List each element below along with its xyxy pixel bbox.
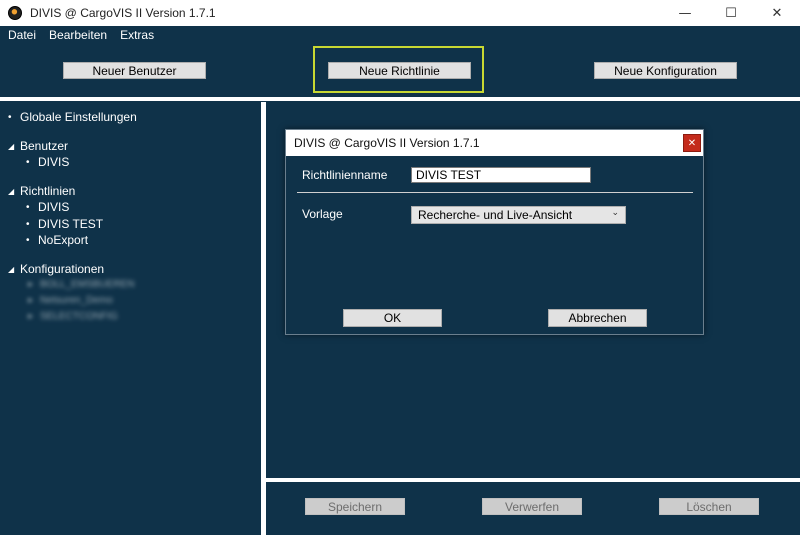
- tree-group-label: Benutzer: [20, 139, 69, 153]
- triangle-right-icon: ▸: [28, 295, 34, 306]
- tree-item-policy-noexport[interactable]: • NoExport: [26, 233, 88, 247]
- template-select[interactable]: Recherche- und Live-Ansicht ⌄: [411, 206, 626, 224]
- dialog-close-button[interactable]: ✕: [683, 134, 701, 152]
- toolbar-divider: [0, 97, 800, 101]
- tree-item-label: Globale Einstellungen: [20, 110, 137, 124]
- tree-item-config-2[interactable]: ▸ Netsuren_Demo: [28, 295, 113, 306]
- tree-item-label: DIVIS: [38, 200, 70, 214]
- tree-item-policy-divis[interactable]: • DIVIS: [26, 200, 69, 214]
- tree-item-config-3[interactable]: ▸ SELECTCONFIG: [28, 311, 118, 322]
- tree-item-label: BOLL_EMSBUEREN: [40, 279, 135, 290]
- minimize-button[interactable]: —: [662, 0, 708, 26]
- app-logo-icon: [8, 6, 22, 20]
- policy-name-label: Richtlinienname: [302, 168, 388, 182]
- window-controls: — ☐ ✕: [662, 0, 800, 26]
- template-label: Vorlage: [302, 207, 343, 221]
- expanded-triangle-icon: ◢: [8, 264, 15, 274]
- window-titlebar: DIVIS @ CargoVIS II Version 1.7.1 — ☐ ✕: [0, 0, 800, 26]
- tree-group-label: Konfigurationen: [20, 262, 105, 276]
- chevron-down-icon: ⌄: [611, 208, 619, 218]
- bullet-icon: •: [26, 218, 30, 230]
- menu-item-bearbeiten[interactable]: Bearbeiten: [49, 28, 107, 42]
- bullet-icon: •: [8, 111, 12, 123]
- tree-item-policy-divis-test[interactable]: • DIVIS TEST: [26, 217, 103, 231]
- cancel-button[interactable]: Abbrechen: [548, 309, 647, 327]
- tree-group-configs[interactable]: ◢ Konfigurationen: [8, 262, 104, 276]
- template-selected-value: Recherche- und Live-Ansicht: [418, 208, 573, 222]
- tree-group-label: Richtlinien: [20, 184, 76, 198]
- close-button[interactable]: ✕: [754, 0, 800, 26]
- menu-item-datei[interactable]: Datei: [8, 28, 36, 42]
- discard-button[interactable]: Verwerfen: [482, 498, 582, 515]
- expanded-triangle-icon: ◢: [8, 141, 15, 151]
- save-button[interactable]: Speichern: [305, 498, 405, 515]
- menu-item-extras[interactable]: Extras: [120, 28, 154, 42]
- tree-panel: • Globale Einstellungen ◢ Benutzer • DIV…: [2, 102, 261, 533]
- bottom-divider: [266, 478, 800, 482]
- new-config-button[interactable]: Neue Konfiguration: [594, 62, 737, 79]
- triangle-right-icon: ▸: [28, 279, 34, 290]
- delete-button[interactable]: Löschen: [659, 498, 759, 515]
- new-policy-dialog: DIVIS @ CargoVIS II Version 1.7.1 ✕ Rich…: [285, 129, 704, 335]
- dialog-separator: [297, 192, 693, 193]
- new-user-button[interactable]: Neuer Benutzer: [63, 62, 206, 79]
- window-title: DIVIS @ CargoVIS II Version 1.7.1: [30, 6, 216, 20]
- new-policy-button[interactable]: Neue Richtlinie: [328, 62, 471, 79]
- bullet-icon: •: [26, 156, 30, 168]
- dialog-titlebar: DIVIS @ CargoVIS II Version 1.7.1 ✕: [286, 130, 703, 156]
- tree-item-label: SELECTCONFIG: [40, 311, 118, 322]
- tree-item-user-divis[interactable]: • DIVIS: [26, 155, 69, 169]
- policy-name-input[interactable]: [411, 167, 591, 183]
- bullet-icon: •: [26, 201, 30, 213]
- tree-item-label: NoExport: [38, 233, 89, 247]
- tree-item-global[interactable]: • Globale Einstellungen: [8, 110, 137, 124]
- triangle-right-icon: ▸: [28, 311, 34, 322]
- expanded-triangle-icon: ◢: [8, 186, 15, 196]
- tree-item-config-1[interactable]: ▸ BOLL_EMSBUEREN: [28, 279, 134, 290]
- dialog-title: DIVIS @ CargoVIS II Version 1.7.1: [294, 136, 480, 150]
- ok-button[interactable]: OK: [343, 309, 442, 327]
- tree-group-policies[interactable]: ◢ Richtlinien: [8, 184, 75, 198]
- tree-item-label: DIVIS: [38, 155, 70, 169]
- maximize-button[interactable]: ☐: [708, 0, 754, 26]
- tree-item-label: Netsuren_Demo: [40, 295, 113, 306]
- bullet-icon: •: [26, 234, 30, 246]
- tree-item-label: DIVIS TEST: [38, 217, 104, 231]
- tree-group-users[interactable]: ◢ Benutzer: [8, 139, 68, 153]
- menu-bar: Datei Bearbeiten Extras: [0, 26, 800, 44]
